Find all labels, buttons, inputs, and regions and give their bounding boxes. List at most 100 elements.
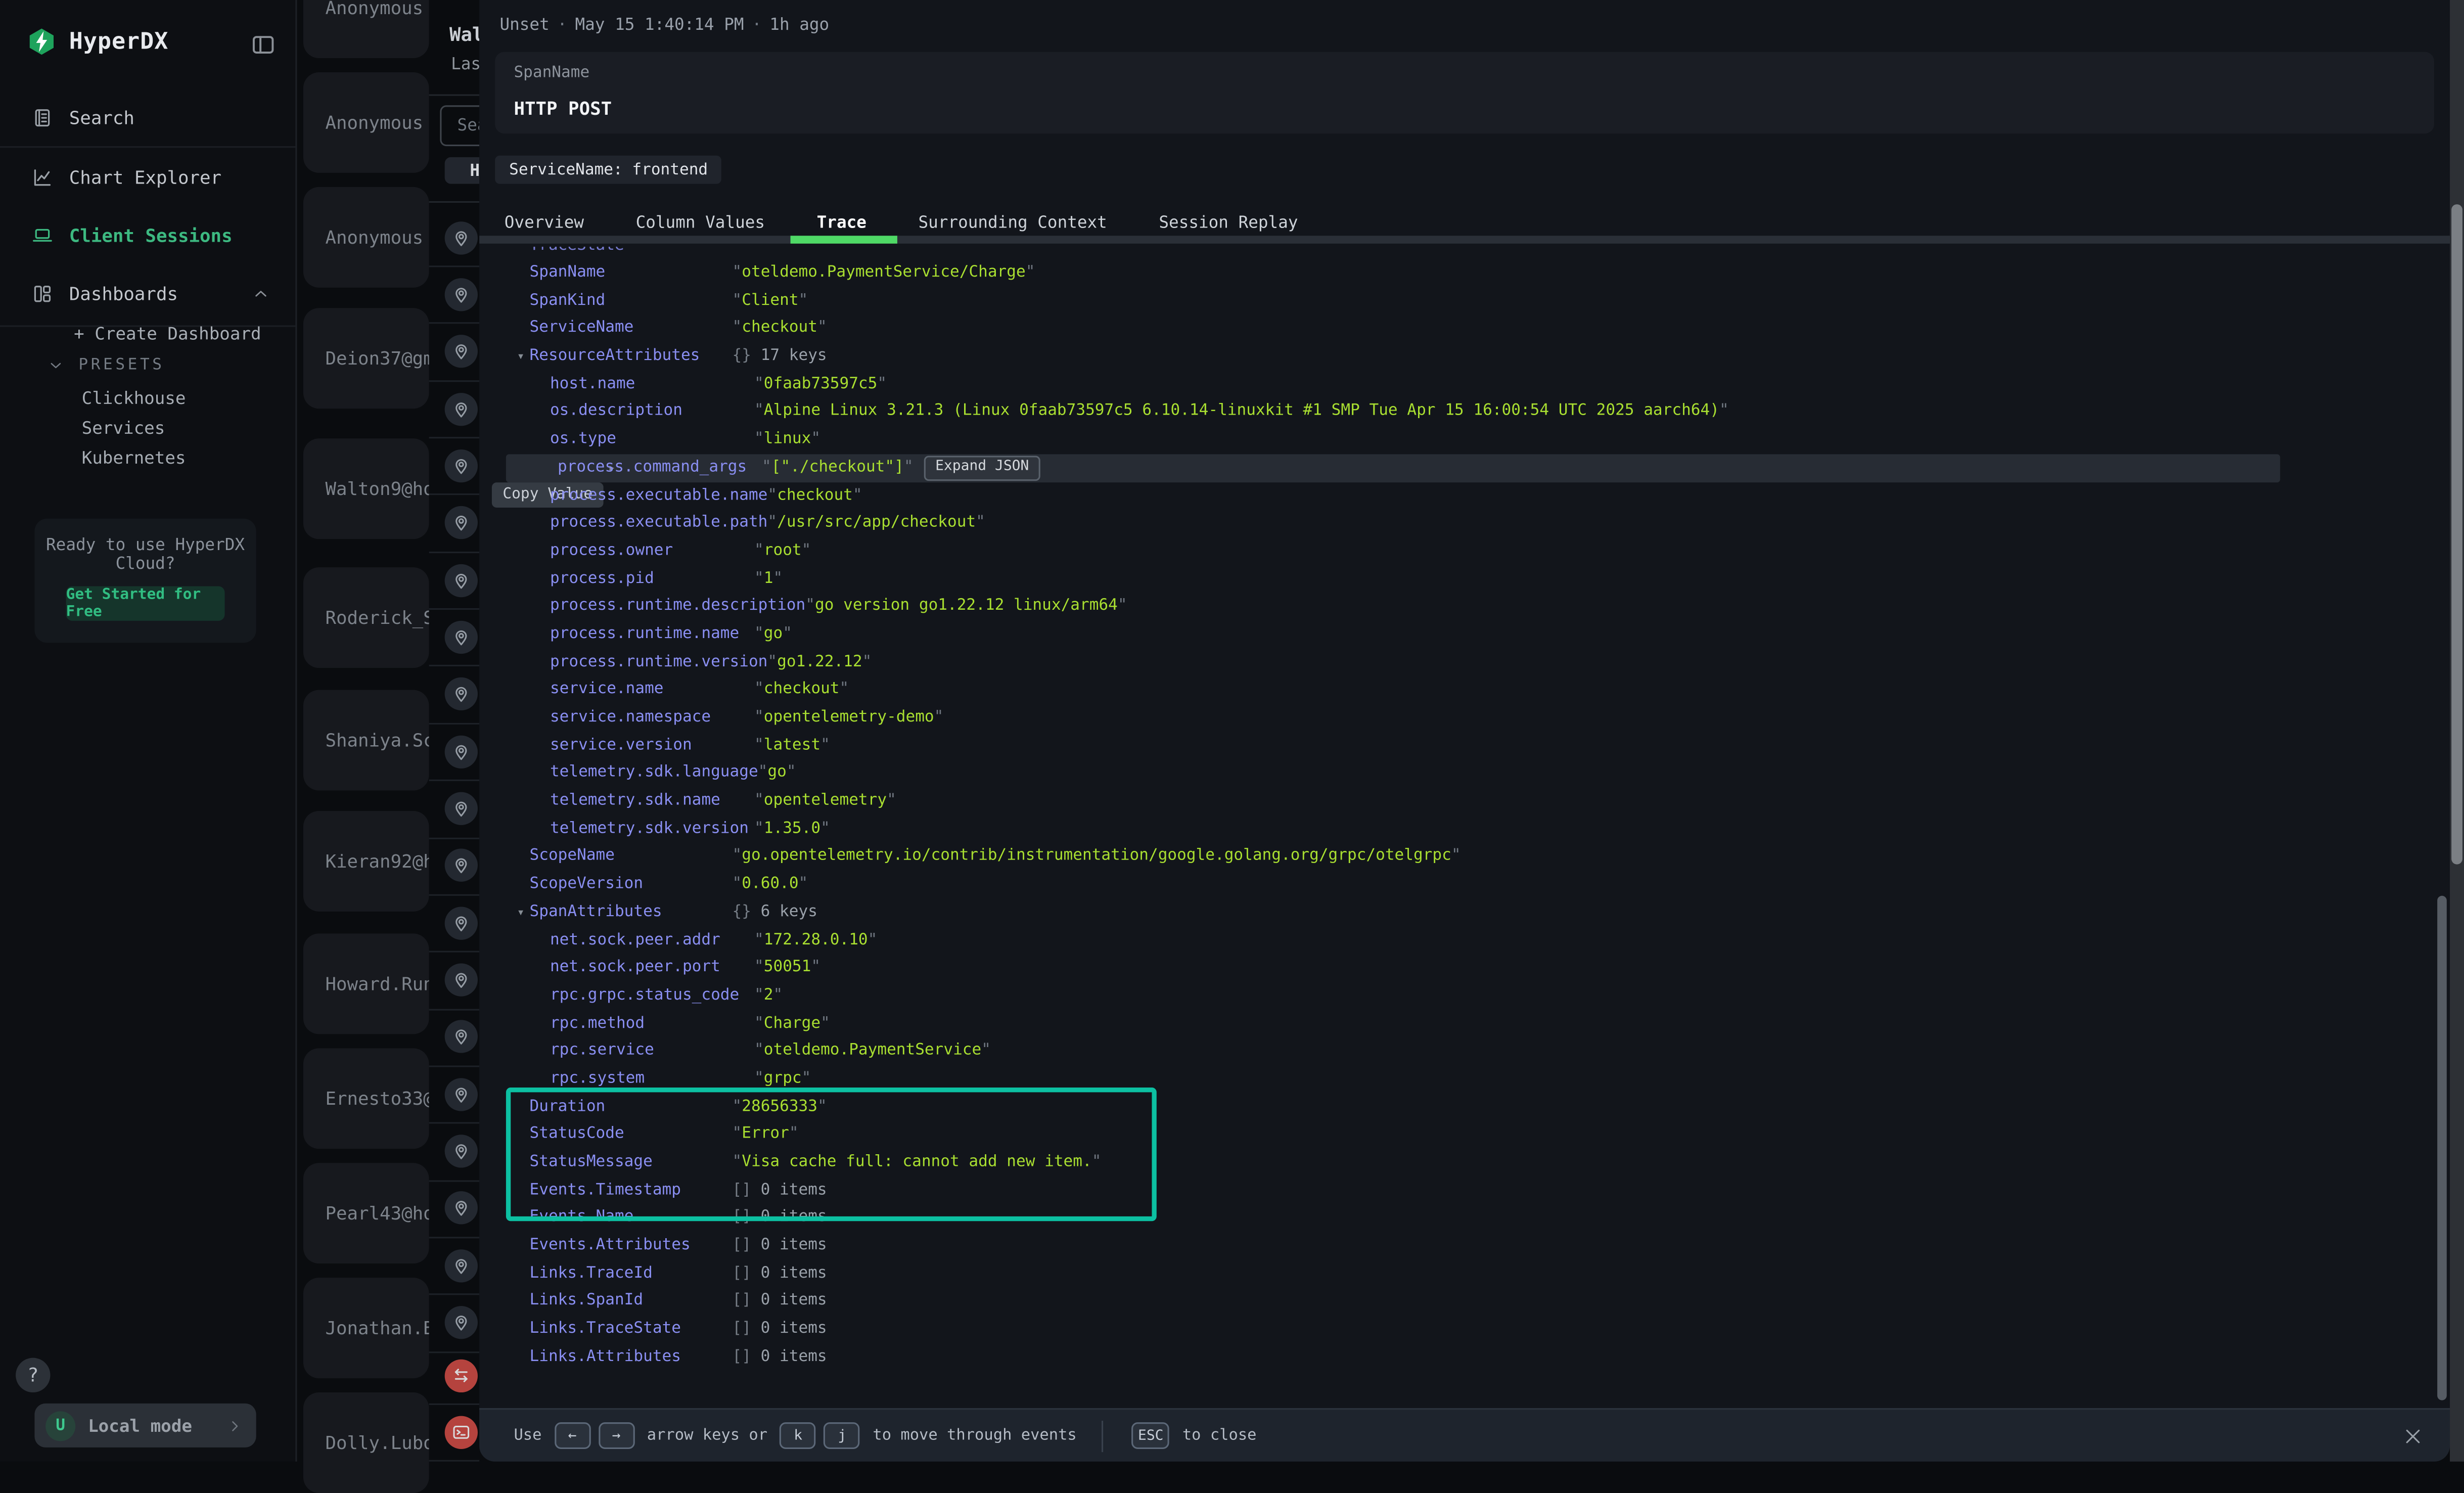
trace-attribute-row[interactable]: rpc.grpc.status_code"2" [479, 982, 2450, 1010]
location-pin-icon[interactable] [445, 1078, 478, 1111]
trace-attribute-row[interactable]: ▾SpanAttributes{}6 keys [479, 898, 2450, 926]
session-card[interactable]: Roderick_S [303, 567, 429, 668]
trace-attribute-row[interactable]: net.sock.peer.port"50051" [479, 954, 2450, 982]
trace-attribute-row[interactable]: process.runtime.version"go1.22.12" [479, 649, 2450, 676]
trace-attribute-row[interactable]: Events.Name[]0 items [479, 1204, 2450, 1232]
session-card[interactable]: Dolly.Lubo [303, 1392, 429, 1493]
location-pin-icon[interactable] [445, 449, 478, 482]
location-pin-icon[interactable] [445, 392, 478, 425]
session-card[interactable]: Howard.Run [303, 933, 429, 1034]
location-pin-icon[interactable] [445, 621, 478, 654]
location-pin-icon[interactable] [445, 278, 478, 311]
session-card[interactable]: Shaniya.Sc [303, 690, 429, 791]
expand-json-button[interactable]: Expand JSON [924, 456, 1040, 481]
local-mode-menu[interactable]: U Local mode [34, 1404, 256, 1447]
trace-attribute-row[interactable]: ScopeName"go.opentelemetry.io/contrib/in… [479, 843, 2450, 871]
tab-overview[interactable]: Overview [505, 213, 584, 232]
location-pin-icon[interactable] [445, 678, 478, 711]
trace-attribute-row[interactable]: process.runtime.description"go version g… [479, 593, 2450, 621]
peek-filter-button[interactable]: H [445, 157, 479, 184]
trace-attribute-row[interactable]: ServiceName"checkout" [479, 315, 2450, 343]
trace-attribute-row[interactable]: telemetry.sdk.name"opentelemetry" [479, 788, 2450, 816]
trace-attribute-row[interactable]: net.sock.peer.addr"172.28.0.10" [479, 926, 2450, 954]
preset-item-clickhouse[interactable]: Clickhouse [82, 388, 186, 409]
get-started-button[interactable]: Get Started for Free [66, 586, 225, 620]
trace-attribute-row[interactable]: Events.Timestamp[]0 items [479, 1177, 2450, 1204]
trace-attribute-row[interactable]: StatusMessage"Visa cache full: cannot ad… [479, 1149, 2450, 1177]
trace-attribute-row[interactable]: process.owner"root" [479, 537, 2450, 565]
location-pin-icon[interactable] [445, 964, 478, 997]
location-pin-icon[interactable] [445, 1135, 478, 1168]
sidebar-item-dashboards[interactable]: Dashboards [0, 264, 295, 322]
session-card[interactable]: Anonymous [303, 187, 429, 288]
trace-attribute-row[interactable]: host.name"0faab73597c5" [479, 371, 2450, 398]
trace-attribute-row[interactable]: SpanKind"Client" [479, 287, 2450, 315]
trace-attribute-row[interactable]: Events.Attributes[]0 items [479, 1232, 2450, 1260]
session-card[interactable]: Kieran92@h [303, 811, 429, 912]
trace-attribute-row[interactable]: ScopeVersion"0.60.0" [479, 871, 2450, 898]
preset-item-kubernetes[interactable]: Kubernetes [82, 448, 186, 468]
terminal-icon[interactable] [445, 1415, 478, 1448]
sidebar-collapse-icon[interactable] [250, 31, 277, 55]
trace-attribute-row[interactable]: Links.TraceId[]0 items [479, 1260, 2450, 1288]
collapse-icon[interactable]: ▾ [517, 898, 525, 926]
location-pin-icon[interactable] [445, 1306, 478, 1339]
session-card[interactable]: Deion37@gm [303, 308, 429, 409]
location-pin-icon[interactable] [445, 564, 478, 597]
trace-attribute-row[interactable]: SpanName"oteldemo.PaymentService/Charge" [479, 259, 2450, 287]
session-card[interactable]: Anonymous [303, 72, 429, 173]
trace-attribute-row[interactable]: ▾ResourceAttributes{}17 keys [479, 343, 2450, 371]
collapse-icon[interactable]: ▾ [517, 343, 525, 371]
trace-attribute-row[interactable]: process.executable.path"/usr/src/app/che… [479, 510, 2450, 537]
swap-arrows-icon[interactable] [445, 1359, 478, 1391]
close-icon[interactable] [2403, 1425, 2423, 1445]
session-card[interactable]: Walton9@ho [303, 438, 429, 539]
trace-attribute-row[interactable]: os.type"linux" [479, 426, 2450, 454]
tab-session-replay[interactable]: Session Replay [1159, 213, 1298, 232]
trace-attribute-row[interactable]: telemetry.sdk.version"1.35.0" [479, 815, 2450, 843]
trace-attribute-row[interactable]: service.name"checkout" [479, 676, 2450, 704]
session-card[interactable]: Anonymous [303, 0, 429, 58]
trace-attribute-row[interactable]: StatusCode"Error" [479, 1121, 2450, 1149]
page-scrollbar[interactable] [2450, 0, 2464, 1462]
location-pin-icon[interactable] [445, 1249, 478, 1282]
trace-attribute-row[interactable]: Links.SpanId[]0 items [479, 1288, 2450, 1316]
trace-attribute-row[interactable]: service.namespace"opentelemetry-demo" [479, 704, 2450, 732]
location-pin-icon[interactable] [445, 735, 478, 768]
sidebar-item-chart-explorer[interactable]: Chart Explorer [0, 148, 295, 206]
presets-header[interactable]: PRESETS [47, 357, 164, 374]
location-pin-icon[interactable] [445, 221, 478, 254]
trace-attribute-row[interactable]: os.description"Alpine Linux 3.21.3 (Linu… [479, 398, 2450, 426]
help-button[interactable]: ? [16, 1358, 50, 1392]
sidebar-item-client-sessions[interactable]: Client Sessions [0, 206, 295, 264]
trace-attribute-row[interactable]: Duration"28656333" [479, 1093, 2450, 1121]
tab-trace[interactable]: Trace [817, 213, 866, 232]
tab-surrounding-context[interactable]: Surrounding Context [918, 213, 1107, 232]
session-card[interactable]: Pearl43@ho [303, 1163, 429, 1263]
location-pin-icon[interactable] [445, 1021, 478, 1054]
session-card[interactable]: Ernesto33@ [303, 1048, 429, 1149]
trace-attribute-row[interactable]: process.pid"1" [479, 565, 2450, 593]
sidebar-item-search[interactable]: Search [0, 88, 295, 146]
location-pin-icon[interactable] [445, 849, 478, 882]
create-dashboard-button[interactable]: + Create Dashboard [74, 324, 261, 344]
location-pin-icon[interactable] [445, 335, 478, 368]
trace-attribute-row[interactable]: process.executable.name"checkout" [479, 482, 2450, 510]
peek-search-input[interactable]: Sea [440, 105, 479, 146]
trace-attribute-row[interactable]: service.version"latest" [479, 732, 2450, 760]
location-pin-icon[interactable] [445, 792, 478, 825]
trace-attribute-row[interactable]: Links.TraceState[]0 items [479, 1316, 2450, 1343]
preset-item-services[interactable]: Services [82, 418, 165, 438]
trace-attribute-row[interactable]: telemetry.sdk.language"go" [479, 760, 2450, 788]
trace-attribute-row[interactable]: rpc.service"oteldemo.PaymentService" [479, 1037, 2450, 1065]
drawer-scrollbar[interactable] [2437, 896, 2447, 1400]
trace-attribute-row[interactable]: Links.Attributes[]0 items [479, 1343, 2450, 1371]
service-name-tag[interactable]: ServiceName: frontend [495, 156, 722, 184]
session-card[interactable]: Jonathan.B [303, 1278, 429, 1378]
tab-column-values[interactable]: Column Values [636, 213, 765, 232]
location-pin-icon[interactable] [445, 1192, 478, 1225]
trace-attribute-row[interactable]: rpc.method"Charge" [479, 1010, 2450, 1037]
trace-attribute-row[interactable]: ▸process.command_args"["./checkout"]"Exp… [479, 454, 2450, 482]
location-pin-icon[interactable] [445, 907, 478, 939]
trace-attribute-row[interactable]: process.runtime.name"go" [479, 621, 2450, 649]
